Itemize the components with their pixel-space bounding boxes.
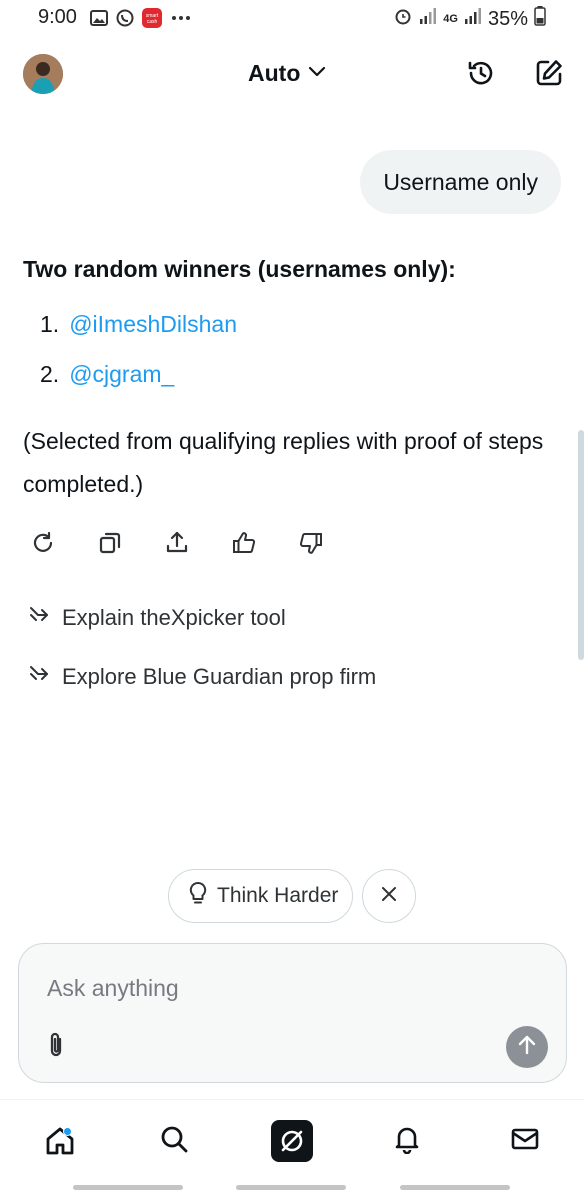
signal-icon-2 [464, 7, 482, 31]
ask-input[interactable] [47, 968, 527, 1008]
gesture-bar [400, 1185, 510, 1190]
winners-list: 1. @iImeshDilshan 2. @cjgram_ [40, 306, 237, 406]
messages-icon [510, 1124, 540, 1159]
model-label: Auto [248, 60, 301, 86]
regenerate-button[interactable] [28, 530, 58, 560]
history-button[interactable] [464, 58, 498, 92]
follow-up-arrow-icon [28, 604, 50, 632]
nav-notifications[interactable] [384, 1118, 430, 1164]
username-link[interactable]: @iImeshDilshan [69, 306, 237, 356]
lightbulb-icon [187, 881, 209, 911]
answer-note: (Selected from qualifying replies with p… [23, 428, 544, 497]
grok-icon [271, 1120, 313, 1162]
home-icon [44, 1125, 76, 1157]
suggestion-item[interactable]: Explore Blue Guardian prop firm [28, 663, 376, 691]
scrollbar[interactable] [578, 430, 584, 660]
battery-icon [534, 6, 546, 32]
gallery-icon [90, 9, 108, 32]
status-right-icons: 4G 35% [393, 6, 546, 32]
arrow-up-icon [516, 1034, 538, 1061]
nav-messages[interactable] [502, 1118, 548, 1164]
send-button[interactable] [506, 1026, 548, 1068]
list-item: 1. @iImeshDilshan [40, 306, 237, 356]
suggestion-item[interactable]: Explain theXpicker tool [28, 604, 286, 632]
composer [18, 943, 567, 1083]
avatar[interactable] [23, 54, 63, 94]
gesture-bar [236, 1185, 346, 1190]
notification-dot [63, 1127, 72, 1136]
follow-up-arrow-icon [28, 663, 50, 691]
share-button[interactable] [162, 530, 192, 560]
response-actions [28, 530, 326, 560]
list-number: 1. [40, 311, 60, 337]
user-message-bubble: Username only [360, 150, 561, 214]
nav-grok[interactable] [269, 1118, 315, 1164]
think-harder-label: Think Harder [217, 884, 339, 907]
signal-icon [419, 7, 437, 31]
chevron-down-icon [308, 65, 326, 83]
nav-home[interactable] [37, 1118, 83, 1164]
copy-icon [97, 530, 123, 561]
thumbs-down-icon [298, 530, 324, 561]
thumbs-up-button[interactable] [229, 530, 259, 560]
suggestion-label: Explain theXpicker tool [62, 605, 286, 630]
model-selector[interactable]: Auto [248, 60, 326, 87]
network-type: 4G [443, 12, 458, 25]
suggestion-label: Explore Blue Guardian prop firm [62, 664, 377, 689]
battery-percent: 35% [487, 7, 528, 30]
svg-text:cash: cash [147, 19, 158, 25]
share-icon [164, 530, 190, 561]
user-message-text: Username only [383, 168, 538, 195]
more-icon [170, 9, 192, 32]
paperclip-icon [45, 1030, 67, 1065]
think-harder-button[interactable]: Think Harder [168, 869, 354, 923]
status-time: 9:00 [38, 6, 77, 28]
thumbs-down-button[interactable] [296, 530, 326, 560]
new-chat-button[interactable] [532, 58, 566, 92]
regenerate-icon [30, 530, 56, 561]
history-icon [466, 58, 496, 93]
search-icon [159, 1124, 189, 1159]
smart-cash-icon: smart cash [142, 8, 162, 33]
list-item: 2. @cjgram_ [40, 356, 237, 406]
new-chat-icon [534, 58, 564, 93]
gesture-bar [73, 1185, 183, 1190]
thumbs-up-icon [231, 530, 257, 561]
status-bar: 9:00 smart cash 4G 35% [0, 0, 584, 36]
attach-button[interactable] [41, 1030, 71, 1064]
whatsapp-icon [116, 9, 134, 32]
dismiss-button[interactable] [362, 869, 416, 923]
nav-search[interactable] [151, 1118, 197, 1164]
status-left-icons: smart cash [90, 8, 192, 33]
bottom-nav [0, 1099, 584, 1179]
app-header: Auto [0, 44, 584, 106]
username-link[interactable]: @cjgram_ [69, 356, 174, 406]
answer-title: Two random winners (usernames only): [23, 256, 456, 282]
alarm-icon [393, 6, 413, 32]
list-number: 2. [40, 361, 60, 387]
close-icon [380, 885, 398, 908]
copy-button[interactable] [95, 530, 125, 560]
notifications-icon [392, 1124, 422, 1159]
